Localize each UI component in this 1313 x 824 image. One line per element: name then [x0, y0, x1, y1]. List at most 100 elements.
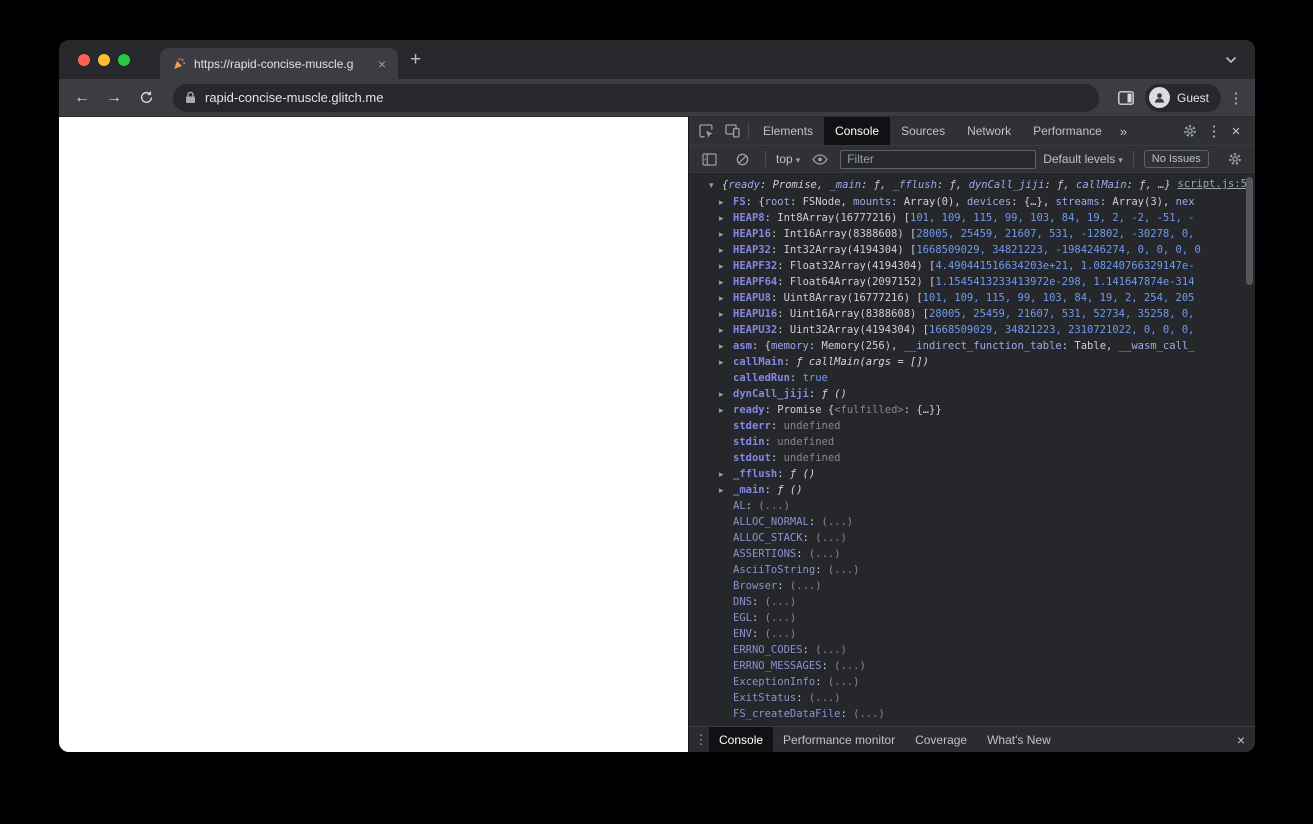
tab-close-icon[interactable]: ×	[374, 56, 390, 72]
tab-elements[interactable]: Elements	[752, 117, 824, 145]
no-arrow-spacer	[719, 547, 733, 562]
console-property-row: ERRNO_MESSAGES: (...)	[689, 658, 1255, 674]
console-property-row[interactable]: ▸ _fflush: ƒ ()	[689, 466, 1255, 482]
console-property-row[interactable]: ▸ HEAPF32: Float32Array(4194304) [4.49044…	[689, 258, 1255, 274]
back-icon[interactable]: ←	[69, 85, 95, 111]
console-property-row[interactable]: ▸ HEAP32: Int32Array(4194304) [1668509029…	[689, 242, 1255, 258]
console-property-row[interactable]: ▸ dynCall_jiji: ƒ ()	[689, 386, 1255, 402]
collapsed-arrow-icon: ▸	[719, 326, 724, 336]
console-property-row[interactable]: ▸ HEAP16: Int16Array(8388608) [28005, 254…	[689, 226, 1255, 242]
console-property-row[interactable]: ▸ asm: {memory: Memory(256), __indirect_f…	[689, 338, 1255, 354]
property-name: ALLOC_STACK	[733, 532, 803, 544]
console-property-row[interactable]: ▸ _main: ƒ ()	[689, 482, 1255, 498]
console-log-entry: ▾ {ready: Promise, _main: ƒ, _fflush: ƒ, …	[689, 176, 1255, 194]
forward-icon[interactable]: →	[101, 85, 127, 111]
console-property-row[interactable]: ▸ callMain: ƒ callMain(args = [])	[689, 354, 1255, 370]
console-property-row[interactable]: ▸ FS: {root: FSNode, mounts: Array(0), de…	[689, 194, 1255, 210]
settings-gear-icon[interactable]	[1177, 124, 1203, 138]
more-tabs-icon[interactable]: »	[1113, 124, 1134, 139]
tab-network[interactable]: Network	[956, 117, 1022, 145]
property-name: ASSERTIONS	[733, 548, 797, 560]
tab-sources[interactable]: Sources	[890, 117, 956, 145]
console-property-row[interactable]: ▸ HEAP8: Int8Array(16777216) [101, 109, 1…	[689, 210, 1255, 226]
property-name: Browser	[733, 580, 778, 592]
context-selector[interactable]: top ▾	[776, 152, 800, 166]
tab-search-chevron-icon[interactable]	[1225, 56, 1237, 64]
property-name: AL	[733, 500, 746, 512]
page-content	[59, 117, 688, 752]
no-arrow-spacer	[719, 627, 733, 642]
close-window-button[interactable]	[78, 53, 90, 66]
console-property-row: EGL: (...)	[689, 610, 1255, 626]
property-name: ExceptionInfo	[733, 676, 816, 688]
new-tab-button[interactable]: +	[410, 49, 421, 71]
devtools-close-icon[interactable]: ×	[1225, 123, 1247, 140]
source-location-link[interactable]: script.js:5	[1177, 178, 1247, 190]
log-levels-dropdown[interactable]: Default levels ▾	[1043, 152, 1123, 166]
object-preview[interactable]: ▾ {ready: Promise, _main: ƒ, _fflush: ƒ, …	[697, 178, 1169, 191]
profile-name: Guest	[1176, 90, 1209, 105]
drawer-kebab-icon[interactable]: ⋮	[693, 732, 709, 748]
zoom-window-button[interactable]	[118, 53, 130, 66]
console-property-row[interactable]: ▸ HEAPU16: Uint16Array(8388608) [28005, 2…	[689, 306, 1255, 322]
drawer-tab-console[interactable]: Console	[709, 727, 774, 752]
property-name: HEAP16	[733, 228, 771, 240]
console-property-row[interactable]: ▸ HEAPU8: Uint8Array(16777216) [101, 109,…	[689, 290, 1255, 306]
collapsed-arrow-icon: ▸	[719, 470, 724, 480]
property-name: HEAPF32	[733, 260, 778, 272]
filter-input[interactable]	[840, 149, 1037, 169]
property-name: HEAPU8	[733, 292, 771, 304]
property-name: EGL	[733, 612, 752, 624]
scrollbar-thumb[interactable]	[1246, 177, 1253, 285]
profile-chip[interactable]: Guest	[1144, 83, 1221, 112]
console-sidebar-icon[interactable]	[696, 146, 722, 172]
no-arrow-spacer	[719, 611, 733, 626]
tab-console[interactable]: Console	[824, 117, 891, 145]
reload-icon[interactable]	[133, 85, 159, 111]
console-property-row[interactable]: ▸ HEAPU32: Uint32Array(4194304) [16685090…	[689, 322, 1255, 338]
console-property-row: stdin: undefined	[689, 434, 1255, 450]
browser-tab[interactable]: https://rapid-concise-muscle.g ×	[160, 48, 398, 79]
console-property-row[interactable]: ▸ ready: Promise {<fulfilled>: {…}}	[689, 402, 1255, 418]
collapsed-arrow-icon: ▸	[719, 230, 724, 240]
collapsed-arrow-icon: ▸	[719, 358, 724, 368]
console-property-row: ExceptionInfo: (...)	[689, 674, 1255, 690]
browser-menu-kebab-icon[interactable]: ⋮	[1227, 89, 1245, 107]
devtools-tabbar: Elements Console Sources Network Perform…	[689, 117, 1255, 145]
property-name: HEAP8	[733, 212, 765, 224]
clear-console-icon[interactable]	[729, 146, 755, 172]
divider	[1132, 151, 1134, 167]
console-settings-gear-icon[interactable]	[1222, 146, 1248, 172]
console-scrollbar[interactable]	[1244, 173, 1255, 726]
window-controls	[78, 53, 130, 66]
live-expression-eye-icon[interactable]	[807, 146, 833, 172]
collapsed-arrow-icon: ▸	[719, 390, 724, 400]
lock-icon	[185, 91, 196, 104]
property-name: ready	[733, 404, 765, 416]
property-name: callMain	[733, 356, 784, 368]
property-name: HEAPU16	[733, 308, 778, 320]
property-name: stdout	[733, 452, 771, 464]
no-arrow-spacer	[719, 579, 733, 594]
side-panel-icon[interactable]	[1113, 85, 1139, 111]
inspect-element-icon[interactable]	[693, 117, 719, 145]
console-property-row[interactable]: ▸ HEAPF64: Float64Array(2097152) [1.15454…	[689, 274, 1255, 290]
issues-button[interactable]: No Issues	[1143, 150, 1209, 168]
console-property-row: DNS: (...)	[689, 594, 1255, 610]
drawer-close-icon[interactable]: ×	[1231, 732, 1251, 748]
drawer-tab-performance-monitor[interactable]: Performance monitor	[773, 727, 905, 752]
property-name: ExitStatus	[733, 692, 797, 704]
collapsed-arrow-icon: ▸	[719, 342, 724, 352]
devtools-menu-kebab-icon[interactable]: ⋮	[1205, 122, 1223, 140]
drawer-tab-whats-new[interactable]: What's New	[977, 727, 1061, 752]
device-toolbar-icon[interactable]	[719, 117, 745, 145]
no-arrow-spacer	[719, 643, 733, 658]
avatar	[1148, 87, 1170, 108]
address-bar[interactable]: rapid-concise-muscle.glitch.me	[173, 83, 1099, 112]
property-name: asm	[733, 340, 752, 352]
devtools-drawer: ⋮ Console Performance monitor Coverage W…	[689, 726, 1255, 752]
drawer-tab-coverage[interactable]: Coverage	[905, 727, 977, 752]
no-arrow-spacer	[719, 371, 733, 386]
tab-performance[interactable]: Performance	[1022, 117, 1113, 145]
minimize-window-button[interactable]	[98, 53, 110, 66]
